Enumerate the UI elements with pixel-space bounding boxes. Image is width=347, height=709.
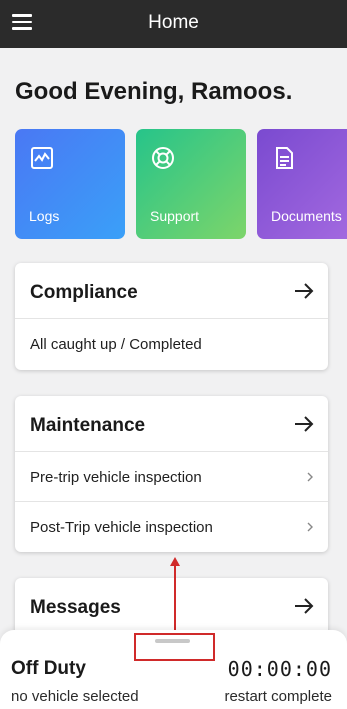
maintenance-title: Maintenance: [30, 415, 146, 436]
maintenance-card: Maintenance Pre-trip vehicle inspection …: [15, 396, 328, 552]
greeting-text: Good Evening, Ramoos.: [15, 78, 293, 105]
compliance-title: Compliance: [30, 282, 138, 303]
logs-tile[interactable]: Logs: [15, 129, 125, 239]
duty-status: Off Duty: [11, 658, 86, 679]
compliance-status-row: All caught up / Completed: [15, 319, 328, 369]
pre-trip-inspection-label: Pre-trip vehicle inspection: [30, 469, 202, 486]
maintenance-header[interactable]: Maintenance: [15, 396, 328, 452]
chevron-right-icon: [307, 522, 313, 532]
messages-title: Messages: [30, 597, 121, 618]
post-trip-inspection-label: Post-Trip vehicle inspection: [30, 519, 213, 536]
document-icon: [276, 147, 293, 169]
support-tile[interactable]: Support: [136, 129, 246, 239]
duty-status-bottom-sheet[interactable]: Off Duty 00:00:00 no vehicle selected re…: [0, 630, 347, 709]
chevron-right-icon: [307, 472, 313, 482]
list-item-post-trip-inspection[interactable]: Post-Trip vehicle inspection: [15, 502, 328, 552]
lifebuoy-icon: [152, 147, 174, 169]
annotation-highlight-box: [134, 633, 215, 661]
duty-timer: 00:00:00: [227, 657, 332, 681]
compliance-header[interactable]: Compliance: [15, 263, 328, 319]
arrow-right-icon[interactable]: [294, 282, 314, 300]
documents-tile-label: Documents: [271, 208, 342, 224]
annotation-arrow-icon: [170, 557, 180, 633]
page-title: Home: [148, 12, 199, 33]
compliance-card: Compliance All caught up / Completed: [15, 263, 328, 370]
arrow-right-icon[interactable]: [294, 597, 314, 615]
compliance-status: All caught up / Completed: [30, 336, 202, 353]
top-app-bar: Home: [0, 0, 347, 48]
documents-tile[interactable]: Documents: [257, 129, 347, 239]
vehicle-status: no vehicle selected: [11, 688, 139, 705]
restart-status: restart complete: [224, 688, 332, 705]
arrow-right-icon[interactable]: [294, 415, 314, 433]
list-item-pre-trip-inspection[interactable]: Pre-trip vehicle inspection: [15, 452, 328, 502]
chart-icon: [31, 147, 53, 169]
logs-tile-label: Logs: [29, 208, 60, 224]
support-tile-label: Support: [150, 208, 200, 224]
